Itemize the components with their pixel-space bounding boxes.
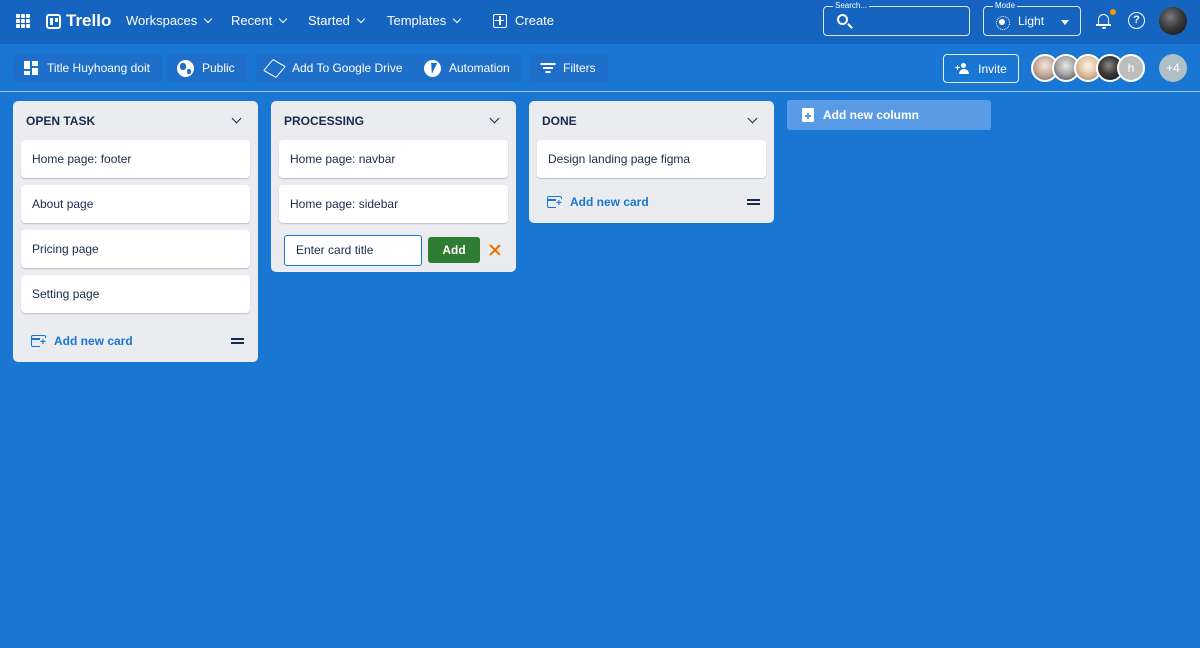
chevron-down-icon xyxy=(453,14,462,23)
close-icon[interactable] xyxy=(489,244,501,256)
board-bar: Title Huyhoang doit Public Add To Google… xyxy=(0,44,1200,92)
add-card-icon xyxy=(31,335,46,348)
task-card[interactable]: Pricing page xyxy=(21,230,250,268)
apps-grid-icon[interactable] xyxy=(16,14,30,28)
add-new-card-label: Add new card xyxy=(570,195,649,209)
library-add-icon xyxy=(493,13,507,28)
chevron-down-icon xyxy=(356,14,366,23)
chevron-down-icon xyxy=(278,14,288,23)
column-menu-chevron-icon[interactable] xyxy=(489,113,500,124)
dashboard-icon xyxy=(23,60,39,76)
task-card[interactable]: Setting page xyxy=(21,275,250,313)
add-new-column-label: Add new column xyxy=(823,108,919,122)
board-title: Title Huyhoang doit xyxy=(47,61,150,75)
mode-legend: Mode xyxy=(993,1,1018,11)
task-card[interactable]: Home page: sidebar xyxy=(279,185,508,223)
app-bar: Trello Workspaces Recent Started Templat… xyxy=(0,0,1200,44)
board-title-chip[interactable]: Title Huyhoang doit xyxy=(13,54,162,82)
filters-label: Filters xyxy=(563,61,596,75)
task-card[interactable]: Home page: navbar xyxy=(279,140,508,178)
public-globe-icon xyxy=(177,59,194,77)
automation-label: Automation xyxy=(449,61,510,75)
column-header: OPEN TASK xyxy=(21,102,250,140)
filter-list-icon xyxy=(540,62,555,74)
nav-templates[interactable]: Templates xyxy=(387,13,462,28)
nav-started-label: Started xyxy=(308,13,350,28)
column-title: DONE xyxy=(542,114,577,128)
google-drive-chip[interactable]: Add To Google Drive xyxy=(256,54,415,82)
person-add-icon xyxy=(955,62,971,75)
mode-value: Light xyxy=(1018,14,1045,28)
task-card[interactable]: About page xyxy=(21,185,250,223)
more-members-badge[interactable]: +4 xyxy=(1159,54,1187,82)
bolt-icon xyxy=(424,59,441,77)
search-input[interactable]: Search... xyxy=(823,1,970,36)
add-card-submit-button[interactable]: Add xyxy=(428,237,480,263)
new-card-form: Add xyxy=(279,228,508,272)
notifications-bell-icon[interactable] xyxy=(1096,12,1111,30)
column-header: DONE xyxy=(537,102,766,140)
caret-down-icon xyxy=(1061,20,1069,25)
column-footer: Add new card xyxy=(21,320,250,362)
add-new-column-button[interactable]: Add new column xyxy=(787,100,991,130)
brand-logo-link[interactable]: Trello xyxy=(46,11,111,31)
task-card[interactable]: Design landing page figma xyxy=(537,140,766,178)
nav-recent[interactable]: Recent xyxy=(231,13,288,28)
nav-workspaces[interactable]: Workspaces xyxy=(126,13,213,28)
create-button[interactable]: Create xyxy=(493,13,554,28)
search-legend: Search... xyxy=(833,1,870,11)
column-menu-chevron-icon[interactable] xyxy=(747,113,758,124)
drag-handle-icon[interactable] xyxy=(747,199,760,205)
filters-chip[interactable]: Filters xyxy=(530,54,608,82)
add-new-card-button[interactable]: Add new card xyxy=(31,334,133,348)
column-processing: PROCESSING Home page: navbar Home page: … xyxy=(271,101,516,272)
column-done: DONE Design landing page figma Add new c… xyxy=(529,101,774,223)
light-mode-icon xyxy=(996,16,1010,30)
automation-chip[interactable]: Automation xyxy=(414,54,522,82)
create-label: Create xyxy=(515,13,555,28)
trello-logo-icon xyxy=(46,13,61,29)
add-new-card-label: Add new card xyxy=(54,334,133,348)
invite-button[interactable]: Invite xyxy=(943,54,1019,83)
task-card[interactable]: Home page: footer xyxy=(21,140,250,178)
column-menu-chevron-icon[interactable] xyxy=(231,113,242,124)
public-label: Public xyxy=(202,61,235,75)
help-icon[interactable]: ? xyxy=(1128,12,1145,29)
nav-recent-label: Recent xyxy=(231,13,273,28)
chevron-down-icon xyxy=(204,14,213,23)
public-chip[interactable]: Public xyxy=(167,54,247,82)
column-header: PROCESSING xyxy=(279,102,508,140)
column-open-task: OPEN TASK Home page: footer About page P… xyxy=(13,101,258,362)
column-footer: Add new card xyxy=(537,181,766,223)
add-new-card-button[interactable]: Add new card xyxy=(547,195,649,209)
nav-templates-label: Templates xyxy=(387,13,447,28)
mode-select[interactable]: Mode Light xyxy=(983,1,1081,36)
nav-workspaces-label: Workspaces xyxy=(126,13,198,28)
invite-label: Invite xyxy=(978,61,1007,76)
user-avatar[interactable] xyxy=(1159,7,1187,35)
note-add-icon xyxy=(802,108,814,122)
add-to-drive-icon xyxy=(266,60,284,76)
search-icon xyxy=(837,14,848,25)
add-card-icon xyxy=(547,196,562,209)
column-title: OPEN TASK xyxy=(26,114,96,128)
google-drive-label: Add To Google Drive xyxy=(292,61,403,75)
brand-name: Trello xyxy=(66,11,112,30)
notification-badge xyxy=(1110,9,1116,15)
column-title: PROCESSING xyxy=(284,114,365,128)
drag-handle-icon[interactable] xyxy=(231,338,244,344)
card-title-input[interactable] xyxy=(284,234,422,266)
nav-started[interactable]: Started xyxy=(308,13,366,28)
member-avatar-initial[interactable]: h xyxy=(1117,54,1145,82)
